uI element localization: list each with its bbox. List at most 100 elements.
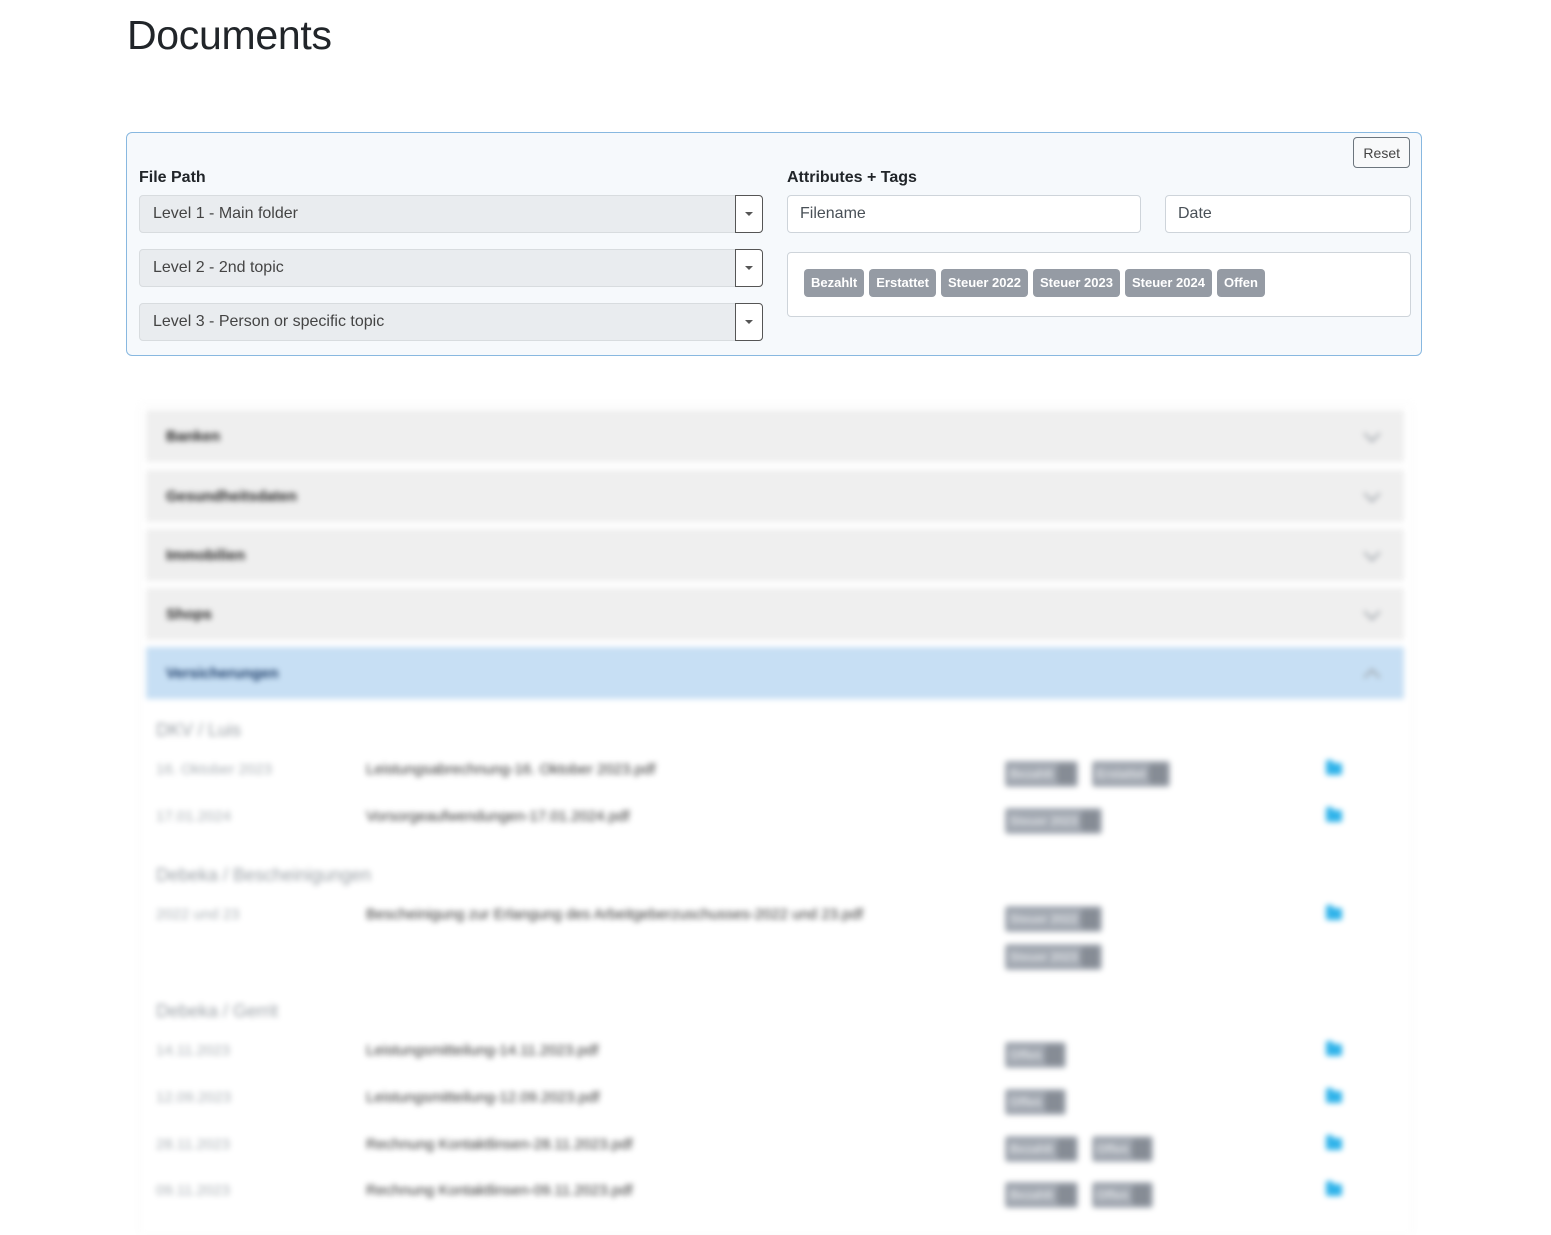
- file-tag-label: Offen: [1010, 1095, 1042, 1109]
- document-accordion: Banken Gesundheitsdaten Immobilien Shops…: [0, 395, 1551, 1235]
- file-tag[interactable]: Offen: [1005, 1089, 1067, 1115]
- level-1-select[interactable]: Level 1 - Main folder: [139, 195, 763, 233]
- remove-tag-icon[interactable]: [1045, 1045, 1064, 1065]
- remove-tag-icon[interactable]: [1081, 909, 1100, 929]
- filter-panel: Reset File Path Level 1 - Main folder Le…: [126, 132, 1422, 356]
- folder-icon[interactable]: [1326, 1181, 1342, 1196]
- file-name[interactable]: Leistungsmitteilung-14.11.2023.pdf: [366, 1042, 598, 1059]
- file-row: 28.11.2023 Rechnung Kontaktlinsen-28.11.…: [0, 1135, 1551, 1166]
- chevron-down-icon: [1363, 485, 1381, 503]
- file-date: 16. Oktober 2023: [156, 761, 272, 778]
- folder-icon[interactable]: [1326, 1135, 1342, 1150]
- chevron-down-icon: [1363, 603, 1381, 621]
- file-path-label: File Path: [139, 169, 206, 186]
- tag-offen[interactable]: Offen: [1216, 269, 1265, 297]
- level-1-value: Level 1 - Main folder: [153, 205, 298, 222]
- remove-tag-icon[interactable]: [1056, 764, 1075, 784]
- file-tag[interactable]: Offen: [1005, 1042, 1067, 1068]
- folder-icon[interactable]: [1326, 760, 1342, 775]
- file-date: 28.11.2023: [156, 1136, 230, 1153]
- group-heading: DKV / Luis: [156, 720, 242, 740]
- section-title: Shops: [166, 605, 212, 623]
- folder-icon[interactable]: [1326, 807, 1342, 822]
- file-tag-label: Bezahlt: [1010, 1142, 1053, 1156]
- file-tag-label: Offen: [1010, 1048, 1042, 1062]
- chevron-up-icon: [1363, 668, 1381, 686]
- section-title: Immobilien: [166, 546, 246, 564]
- file-tag[interactable]: Offen: [1091, 1182, 1154, 1208]
- file-date: 14.11.2023: [156, 1042, 230, 1059]
- file-row: 16. Oktober 2023 Leistungsabrechnung-16.…: [0, 760, 1551, 791]
- section-header-immobilien[interactable]: Immobilien: [146, 529, 1404, 581]
- file-date: 12.09.2023: [156, 1089, 232, 1106]
- remove-tag-icon[interactable]: [1056, 1139, 1075, 1159]
- folder-icon[interactable]: [1326, 905, 1342, 920]
- tag-list: Bezahlt Erstattet Steuer 2022 Steuer 202…: [804, 269, 1265, 297]
- level-3-select[interactable]: Level 3 - Person or specific topic: [139, 303, 763, 341]
- remove-tag-icon[interactable]: [1056, 1185, 1075, 1205]
- tag-steuer-2024[interactable]: Steuer 2024: [1124, 269, 1212, 297]
- remove-tag-icon[interactable]: [1045, 1092, 1064, 1112]
- file-tag[interactable]: Bezahlt: [1005, 1182, 1078, 1208]
- file-tag-label: Steuer 2023: [1010, 950, 1078, 964]
- file-row: 2022 und 23 Bescheinigung zur Erlangung …: [0, 905, 1551, 976]
- section-header-banken[interactable]: Banken: [146, 410, 1404, 462]
- file-tag-label: Erstattet: [1096, 767, 1146, 781]
- file-name[interactable]: Vorsorgeaufwendungen-17.01.2024.pdf: [366, 808, 630, 825]
- remove-tag-icon[interactable]: [1081, 947, 1100, 967]
- file-tag[interactable]: Bezahlt: [1005, 1136, 1078, 1162]
- file-tags: Steuer 2023: [1005, 808, 1265, 834]
- remove-tag-icon[interactable]: [1132, 1139, 1151, 1159]
- caret-down-icon[interactable]: [735, 195, 763, 233]
- level-2-select[interactable]: Level 2 - 2nd topic: [139, 249, 763, 287]
- tag-bezahlt[interactable]: Bezahlt: [804, 269, 865, 297]
- file-tag[interactable]: Steuer 2023: [1005, 808, 1103, 834]
- file-tag-label: Bezahlt: [1010, 1188, 1053, 1202]
- reset-button[interactable]: Reset: [1353, 137, 1410, 168]
- caret-down-icon[interactable]: [735, 303, 763, 341]
- file-tags: Bezahlt Erstattet: [1005, 761, 1265, 787]
- file-name[interactable]: Rechnung Kontaktlinsen-28.11.2023.pdf: [366, 1136, 633, 1153]
- file-tag-label: Steuer 2022: [1010, 912, 1078, 926]
- file-tag[interactable]: Erstattet: [1091, 761, 1171, 787]
- section-title: Versicherungen: [166, 664, 279, 682]
- file-row: 09.11.2023 Rechnung Kontaktlinsen-09.11.…: [0, 1181, 1551, 1212]
- file-name[interactable]: Rechnung Kontaktlinsen-09.11.2023.pdf: [366, 1182, 633, 1199]
- caret-down-icon[interactable]: [735, 249, 763, 287]
- section-header-shops[interactable]: Shops: [146, 588, 1404, 640]
- file-tag[interactable]: Bezahlt: [1005, 761, 1078, 787]
- tag-steuer-2023[interactable]: Steuer 2023: [1032, 269, 1120, 297]
- filename-input[interactable]: [787, 195, 1141, 233]
- tag-erstattet[interactable]: Erstattet: [869, 269, 936, 297]
- section-header-gesundheitsdaten[interactable]: Gesundheitsdaten: [146, 470, 1404, 522]
- file-row: 14.11.2023 Leistungsmitteilung-14.11.202…: [0, 1041, 1551, 1072]
- file-tags: Bezahlt Offen: [1005, 1136, 1265, 1162]
- remove-tag-icon[interactable]: [1132, 1185, 1151, 1205]
- page-title: Documents: [127, 12, 332, 58]
- tags-box: Bezahlt Erstattet Steuer 2022 Steuer 202…: [787, 252, 1411, 317]
- file-date: 09.11.2023: [156, 1182, 230, 1199]
- file-tags: Offen: [1005, 1089, 1265, 1115]
- tag-steuer-2022[interactable]: Steuer 2022: [940, 269, 1028, 297]
- file-name[interactable]: Leistungsmitteilung-12.09.2023.pdf: [366, 1089, 600, 1106]
- date-input[interactable]: [1165, 195, 1411, 233]
- file-tags: Bezahlt Offen: [1005, 1182, 1265, 1208]
- section-header-versicherungen[interactable]: Versicherungen: [146, 647, 1404, 699]
- file-name[interactable]: Leistungsabrechnung-16. Oktober 2023.pdf: [366, 761, 655, 778]
- file-tag-label: Offen: [1096, 1142, 1129, 1156]
- file-tag[interactable]: Offen: [1091, 1136, 1154, 1162]
- file-date: 17.01.2024: [156, 808, 232, 825]
- folder-icon[interactable]: [1326, 1041, 1342, 1056]
- attributes-tags-label: Attributes + Tags: [787, 169, 917, 186]
- chevron-down-icon: [1363, 425, 1381, 443]
- file-tag[interactable]: Steuer 2023: [1005, 944, 1103, 970]
- folder-icon[interactable]: [1326, 1088, 1342, 1103]
- group-heading: Debeka / Bescheinigungen: [156, 865, 372, 885]
- file-row: 17.01.2024 Vorsorgeaufwendungen-17.01.20…: [0, 807, 1551, 838]
- file-tag[interactable]: Steuer 2022: [1005, 906, 1103, 932]
- remove-tag-icon[interactable]: [1149, 764, 1168, 784]
- group-heading: Debeka / Gerrit: [156, 1001, 279, 1021]
- file-date: 2022 und 23: [156, 906, 240, 923]
- file-name[interactable]: Bescheinigung zur Erlangung des Arbeitge…: [366, 906, 863, 923]
- remove-tag-icon[interactable]: [1081, 811, 1100, 831]
